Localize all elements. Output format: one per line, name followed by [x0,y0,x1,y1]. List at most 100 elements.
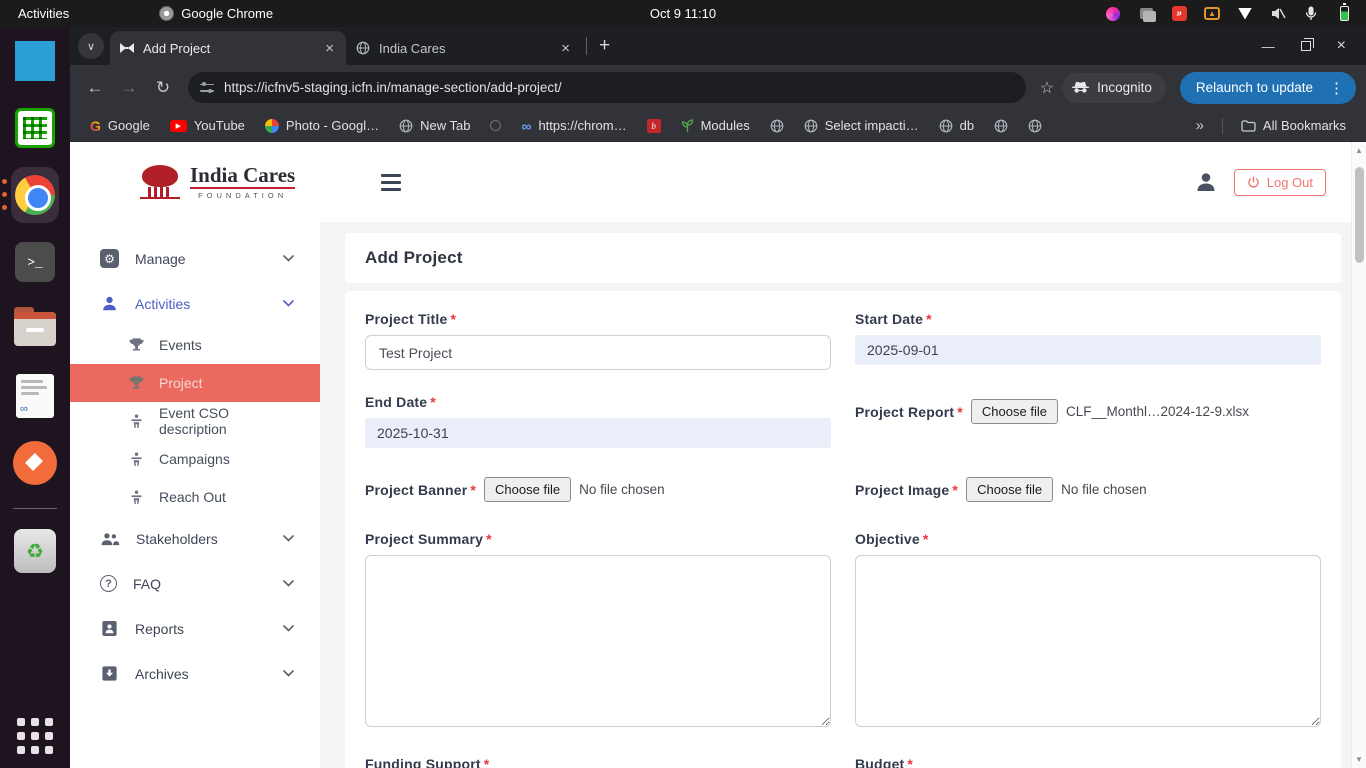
bookmark-chrome-link[interactable]: ∞https://chrom… [513,115,634,137]
bookmark-new-tab[interactable]: New Tab [391,115,478,136]
dock-postman-icon[interactable] [11,439,59,487]
dock-vscode-icon[interactable] [11,37,59,85]
podium-icon [128,489,145,506]
tray-pink-app-icon[interactable] [1105,6,1121,22]
tab-close-icon[interactable]: × [559,40,572,57]
tab-close-icon[interactable]: × [323,40,336,57]
minimize-button[interactable]: — [1262,39,1275,54]
dock-files-icon[interactable] [11,305,59,353]
screen-share-icon[interactable]: ▲ [1204,6,1220,22]
sidebar-item-campaigns[interactable]: Campaigns [70,440,320,478]
sidebar-item-reach-out[interactable]: Reach Out [70,478,320,516]
start-date-input[interactable] [855,335,1321,365]
objective-textarea[interactable] [855,555,1321,727]
battery-icon[interactable] [1336,6,1352,22]
bookmark-google-photos[interactable]: Photo - Googl… [257,115,387,136]
system-tray: » ▲ [1105,6,1366,22]
end-date-label: End Date* [365,394,831,410]
tray-red-badge-icon[interactable]: » [1171,6,1187,22]
page-title-card: Add Project [345,233,1341,283]
dock-libreoffice-calc-icon[interactable] [11,104,59,152]
dock-separator [13,508,57,509]
bookmark-youtube[interactable]: ▶YouTube [162,115,253,136]
end-date-input[interactable] [365,418,831,448]
tab-search-button[interactable]: ∨ [78,33,104,59]
bookmark-unnamed[interactable] [482,117,509,134]
project-summary-textarea[interactable] [365,555,831,727]
page-title: Add Project [365,248,463,268]
tab-india-cares[interactable]: India Cares × [346,31,582,65]
activities-button[interactable]: Activities [0,6,87,21]
sidebar-item-activities[interactable]: Activities [70,281,320,326]
relaunch-to-update-button[interactable]: Relaunch to update ⋮ [1180,72,1356,104]
page-scrollbar[interactable]: ▲ ▼ [1351,142,1366,768]
sidebar-item-events[interactable]: Events [70,326,320,364]
sidebar-item-archives[interactable]: Archives [70,651,320,696]
browser-window: ∨ Add Project × India Cares × + — × ← → … [70,27,1366,768]
tray-chat-icon[interactable] [1138,6,1154,22]
sidebar-item-project[interactable]: Project [70,364,320,402]
scroll-up-arrow[interactable]: ▲ [1355,142,1363,159]
site-info-icon[interactable] [200,82,214,94]
reload-button[interactable]: ↻ [148,73,178,103]
logout-button[interactable]: Log Out [1234,169,1326,196]
bookmarks-overflow-button[interactable]: » [1188,117,1212,134]
bookmark-star-icon[interactable]: ☆ [1040,78,1054,98]
add-project-form: Project Title* Start Date* [345,291,1341,768]
address-bar[interactable]: https://icfnv5-staging.icfn.in/manage-se… [188,72,1026,103]
scrollbar-thumb[interactable] [1355,167,1364,263]
dock-document-viewer-icon[interactable]: ∞ [11,372,59,420]
network-icon[interactable] [1237,6,1253,22]
project-report-choose-file-button[interactable]: Choose file [971,399,1058,424]
project-report-file-name: CLF__Monthl…2024-12-9.xlsx [1066,404,1249,419]
project-banner-choose-file-button[interactable]: Choose file [484,477,571,502]
project-image-choose-file-button[interactable]: Choose file [966,477,1053,502]
bookmark-globe-3[interactable] [1020,116,1050,136]
sidebar-toggle-hamburger-icon[interactable] [381,174,401,191]
sidebar-item-manage[interactable]: ⚙ Manage [70,236,320,281]
microphone-icon[interactable] [1303,6,1319,22]
tab-add-project[interactable]: Add Project × [110,31,346,65]
back-button[interactable]: ← [80,73,110,103]
new-tab-button[interactable]: + [599,35,610,57]
project-summary-label: Project Summary* [365,531,831,547]
bookmark-google[interactable]: GGoogle [82,115,158,137]
dock: >_ ∞ ♻ [0,27,70,768]
podium-icon [128,451,145,468]
user-profile-icon[interactable] [1194,170,1218,194]
volume-muted-icon[interactable] [1270,6,1286,22]
close-button[interactable]: × [1337,37,1346,55]
sidebar-item-faq[interactable]: ? FAQ [70,561,320,606]
question-circle-icon: ? [100,575,117,592]
focused-app-name[interactable]: Google Chrome [159,6,273,21]
restore-button[interactable] [1301,41,1311,51]
bookmark-modules[interactable]: Modules [673,115,758,136]
bookmark-globe-2[interactable] [986,116,1016,136]
project-image-field: Project Image* Choose file No file chose… [855,472,1321,507]
start-date-label: Start Date* [855,311,1321,327]
dock-trash-icon[interactable]: ♻ [11,527,59,575]
browser-menu-icon[interactable]: ⋮ [1323,79,1350,97]
badge-icon [100,619,119,638]
trophy-icon [128,337,145,354]
project-report-label: Project Report* [855,404,963,420]
bookmark-db[interactable]: db [931,115,982,136]
project-title-input[interactable] [365,335,831,370]
bookmark-globe-1[interactable] [762,116,792,136]
dock-chrome-icon[interactable] [11,171,59,219]
app-grid-button[interactable] [17,718,53,754]
bookmark-bajaj[interactable]: b [639,116,669,136]
sidebar-item-stakeholders[interactable]: Stakeholders [70,516,320,561]
project-title-label: Project Title* [365,311,831,327]
india-cares-logo[interactable]: India Cares FOUNDATION [138,164,295,200]
forward-button[interactable]: → [114,73,144,103]
people-icon [100,531,120,547]
sidebar-item-event-cso-description[interactable]: Event CSO description [70,402,320,440]
scroll-down-arrow[interactable]: ▼ [1355,751,1363,768]
globe-icon [770,119,784,133]
all-bookmarks-button[interactable]: All Bookmarks [1233,115,1354,136]
bookmark-select-impact[interactable]: Select impacti… [796,115,927,136]
sidebar-item-reports[interactable]: Reports [70,606,320,651]
url-text[interactable]: https://icfnv5-staging.icfn.in/manage-se… [224,80,562,95]
dock-terminal-icon[interactable]: >_ [11,238,59,286]
